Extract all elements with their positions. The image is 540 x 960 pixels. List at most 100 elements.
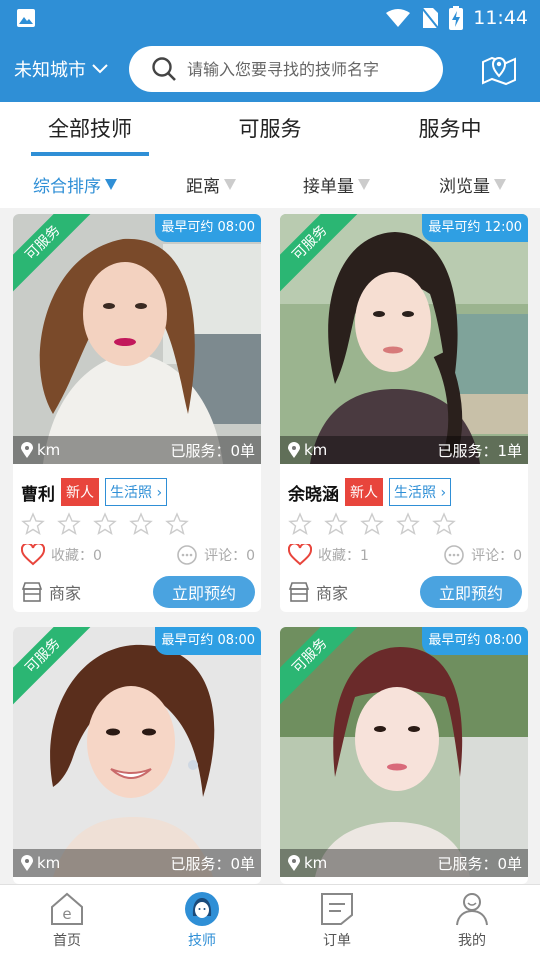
nav-orders[interactable]: 订单 [297, 891, 377, 957]
sort-overall[interactable]: 综合排序 [33, 172, 117, 197]
sort-views[interactable]: 浏览量 [439, 172, 506, 197]
distance-label: km [304, 441, 328, 459]
order-icon [321, 893, 353, 925]
star-icon [396, 512, 420, 536]
wifi-icon [386, 9, 411, 27]
favorites-count: 收藏：0 [51, 548, 102, 564]
nav-profile[interactable]: 我的 [432, 891, 512, 957]
star-icon [324, 512, 348, 536]
search-input[interactable] [187, 59, 427, 79]
comment-icon [444, 545, 464, 565]
comments[interactable]: 评论：0 [176, 544, 255, 566]
tab-all[interactable]: 全部技师 [0, 102, 180, 158]
comments-count: 评论：0 [204, 548, 255, 564]
star-icon [129, 512, 153, 536]
technician-card[interactable]: 可服务 最早可约 08:00 km 已服务：0单 [13, 627, 261, 884]
search-icon [152, 57, 176, 81]
rating-stars [21, 512, 189, 536]
nav-profile-label: 我的 [458, 933, 486, 949]
triangle-down-icon [224, 179, 236, 190]
available-ribbon: 可服务 [13, 627, 93, 707]
search-box[interactable] [129, 46, 443, 92]
technician-card[interactable]: 可服务 最早可约 08:00 km 已服务：0单 曹利 新人 生活照 › 收藏：… [13, 214, 261, 612]
technician-photo[interactable]: 可服务 最早可约 12:00 km 已服务：1单 [280, 214, 528, 464]
gallery-icon [17, 9, 35, 27]
available-ribbon: 可服务 [280, 214, 360, 294]
book-now-button[interactable]: 立即预约 [420, 576, 522, 608]
sort-overall-label: 综合排序 [33, 177, 101, 197]
technician-name: 曹利 [21, 484, 55, 505]
earliest-time-badge: 最早可约 08:00 [422, 627, 528, 655]
available-ribbon: 可服务 [280, 627, 360, 707]
chevron-down-icon [92, 64, 108, 74]
rating-stars [288, 512, 456, 536]
comment-icon [177, 545, 197, 565]
comments[interactable]: 评论：0 [443, 544, 522, 566]
sort-views-label: 浏览量 [439, 177, 490, 197]
triangle-down-icon [105, 179, 117, 190]
life-photos-label: 生活照 [110, 485, 152, 501]
new-badge: 新人 [61, 478, 99, 506]
city-selector[interactable]: 未知城市 [14, 56, 108, 82]
star-icon [93, 512, 117, 536]
status-bar: 11:44 [0, 0, 540, 36]
served-count: 已服务：0单 [170, 441, 255, 460]
nav-technician[interactable]: 技师 [162, 891, 242, 957]
available-ribbon: 可服务 [13, 214, 93, 294]
star-icon [21, 512, 45, 536]
life-photos-label: 生活照 [394, 485, 436, 501]
shop-icon [21, 582, 43, 602]
sort-distance-label: 距离 [186, 177, 220, 197]
served-count: 已服务：0单 [170, 854, 255, 873]
star-icon [432, 512, 456, 536]
location-pin-icon [21, 442, 33, 458]
favorite-button[interactable]: 收藏：0 [21, 544, 102, 566]
star-icon [360, 512, 384, 536]
book-now-button[interactable]: 立即预约 [153, 576, 255, 608]
location-pin-icon [288, 855, 300, 871]
nav-home[interactable]: e 首页 [27, 891, 107, 957]
photo-footer: km 已服务：1单 [280, 436, 528, 464]
location-pin-icon [21, 855, 33, 871]
technician-photo[interactable]: 可服务 最早可约 08:00 km 已服务：0单 [280, 627, 528, 877]
distance-label: km [37, 441, 61, 459]
technician-card[interactable]: 可服务 最早可约 08:00 km 已服务：0单 [280, 627, 528, 884]
heart-icon [21, 544, 45, 566]
merchant-link[interactable]: 商家 [288, 580, 348, 604]
sort-bar: 综合排序 距离 接单量 浏览量 [0, 158, 540, 208]
sort-orders[interactable]: 接单量 [303, 172, 370, 197]
life-photos-link[interactable]: 生活照 › [105, 478, 168, 506]
sort-orders-label: 接单量 [303, 177, 354, 197]
technician-photo[interactable]: 可服务 最早可约 08:00 km 已服务：0单 [13, 627, 261, 877]
distance-label: km [37, 854, 61, 872]
merchant-label: 商家 [49, 584, 82, 603]
merchant-link[interactable]: 商家 [21, 580, 81, 604]
svg-text:e: e [62, 905, 71, 923]
battery-charging-icon [449, 6, 464, 30]
technician-photo[interactable]: 可服务 最早可约 08:00 km 已服务：0单 [13, 214, 261, 464]
home-icon: e [51, 892, 83, 925]
earliest-time-badge: 最早可约 08:00 [155, 214, 261, 242]
sort-distance[interactable]: 距离 [186, 172, 236, 197]
merchant-label: 商家 [316, 584, 349, 603]
nav-home-label: 首页 [53, 933, 81, 949]
tab-in-service[interactable]: 服务中 [360, 102, 540, 158]
comments-count: 评论：0 [471, 548, 522, 564]
nav-orders-label: 订单 [323, 933, 351, 949]
favorite-button[interactable]: 收藏：1 [288, 544, 369, 566]
bottom-navigation: e 首页 技师 订单 我的 [0, 884, 540, 960]
photo-footer: km 已服务：0单 [280, 849, 528, 877]
star-icon [165, 512, 189, 536]
life-photos-link[interactable]: 生活照 › [389, 478, 452, 506]
technician-card[interactable]: 可服务 最早可约 12:00 km 已服务：1单 余晓涵 新人 生活照 › 收藏… [280, 214, 528, 612]
new-badge: 新人 [345, 478, 383, 506]
tab-available[interactable]: 可服务 [180, 102, 360, 158]
no-sim-icon [421, 7, 440, 29]
star-icon [57, 512, 81, 536]
earliest-time-badge: 最早可约 12:00 [422, 214, 528, 242]
map-location-icon[interactable] [480, 50, 518, 88]
photo-footer: km 已服务：0单 [13, 849, 261, 877]
photo-footer: km 已服务：0单 [13, 436, 261, 464]
star-icon [288, 512, 312, 536]
technician-name: 余晓涵 [288, 484, 339, 505]
